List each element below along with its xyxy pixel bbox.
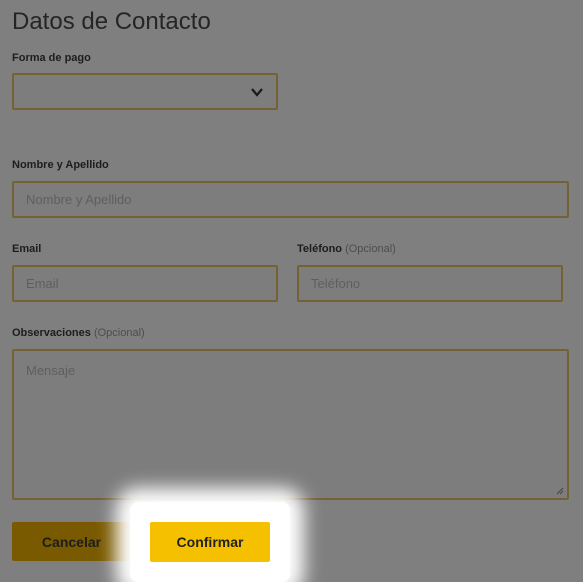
modal-overlay xyxy=(0,0,583,577)
confirm-button[interactable]: Confirmar xyxy=(150,522,270,562)
